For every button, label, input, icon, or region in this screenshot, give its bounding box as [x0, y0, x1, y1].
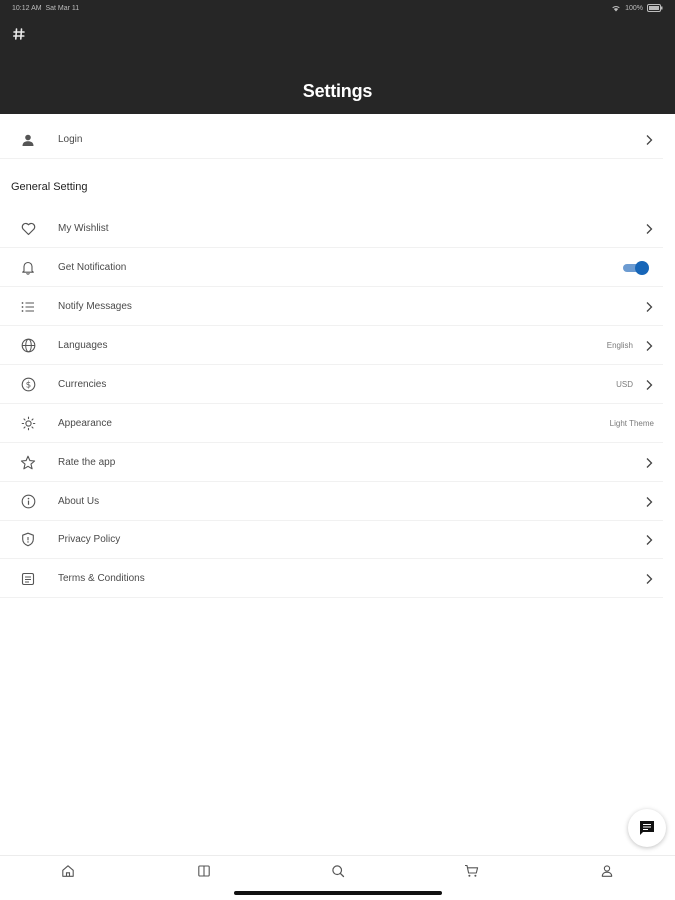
- settings-item-terms[interactable]: Terms & Conditions: [0, 560, 663, 598]
- document-icon: [20, 571, 36, 587]
- user-icon: [20, 132, 36, 148]
- toggle-knob: [635, 260, 649, 275]
- chevron-right-icon: [646, 223, 653, 234]
- globe-icon: [20, 338, 36, 354]
- dollar-icon: $: [20, 377, 36, 393]
- privacy-policy-label: Privacy Policy: [58, 534, 121, 545]
- appearance-value: Light Theme: [609, 419, 654, 428]
- chat-icon: [640, 821, 654, 835]
- home-indicator: [234, 891, 442, 895]
- sun-icon: [20, 416, 36, 432]
- settings-item-languages[interactable]: Languages English: [0, 327, 663, 365]
- chevron-right-icon: [646, 573, 653, 584]
- settings-item-privacy-policy[interactable]: Privacy Policy: [0, 521, 663, 559]
- status-right: 100%: [611, 4, 663, 12]
- home-icon[interactable]: [61, 864, 75, 878]
- battery-icon: [647, 4, 663, 12]
- chat-button[interactable]: [628, 809, 666, 847]
- wifi-icon: [611, 4, 621, 12]
- chevron-right-icon: [646, 496, 653, 507]
- search-icon[interactable]: [331, 864, 345, 878]
- settings-item-notify-messages[interactable]: Notify Messages: [0, 288, 663, 326]
- star-icon: [20, 455, 36, 471]
- shield-icon: [20, 532, 36, 548]
- settings-item-wishlist[interactable]: My Wishlist: [0, 210, 663, 248]
- book-icon[interactable]: [197, 864, 211, 878]
- settings-item-notification: Get Notification: [0, 249, 663, 287]
- wishlist-label: My Wishlist: [58, 223, 109, 234]
- status-date: Sat Mar 11: [45, 5, 80, 12]
- status-bar: 10:12 AM Sat Mar 11 100%: [0, 0, 675, 20]
- hash-icon[interactable]: [12, 27, 26, 41]
- heart-icon: [20, 221, 36, 237]
- chevron-right-icon: [646, 340, 653, 351]
- appearance-label: Appearance: [58, 418, 112, 429]
- svg-text:$: $: [25, 381, 30, 391]
- cart-icon[interactable]: [464, 864, 479, 878]
- currencies-value: USD: [616, 380, 633, 389]
- page-title: Settings: [302, 81, 373, 101]
- settings-item-about-us[interactable]: About Us: [0, 483, 663, 521]
- notify-messages-label: Notify Messages: [58, 301, 132, 312]
- settings-item-rate-app[interactable]: Rate the app: [0, 444, 663, 482]
- rate-app-label: Rate the app: [58, 457, 116, 468]
- about-us-label: About Us: [58, 496, 100, 507]
- section-title-general: General Setting: [11, 181, 88, 193]
- settings-item-appearance[interactable]: Appearance Light Theme: [0, 405, 663, 443]
- bell-icon: [20, 260, 36, 276]
- info-icon: [20, 494, 36, 510]
- status-time: 10:12 AM Sat Mar 11: [12, 5, 80, 12]
- notification-label: Get Notification: [58, 262, 127, 273]
- languages-label: Languages: [58, 340, 108, 351]
- languages-value: English: [606, 341, 633, 350]
- terms-label: Terms & Conditions: [58, 573, 145, 584]
- chevron-right-icon: [646, 379, 653, 390]
- battery-percent: 100%: [625, 4, 643, 12]
- app-header: 10:12 AM Sat Mar 11 100% Settings: [0, 0, 675, 114]
- notification-toggle[interactable]: [623, 260, 649, 275]
- profile-icon[interactable]: [600, 864, 614, 878]
- chevron-right-icon: [646, 134, 653, 145]
- list-icon: [20, 299, 36, 315]
- chevron-right-icon: [646, 534, 653, 545]
- currencies-label: Currencies: [58, 379, 107, 390]
- settings-item-currencies[interactable]: $ Currencies USD: [0, 366, 663, 404]
- chevron-right-icon: [646, 301, 653, 312]
- login-label: Login: [58, 134, 83, 145]
- chevron-right-icon: [646, 457, 653, 468]
- login-row[interactable]: Login: [0, 121, 663, 159]
